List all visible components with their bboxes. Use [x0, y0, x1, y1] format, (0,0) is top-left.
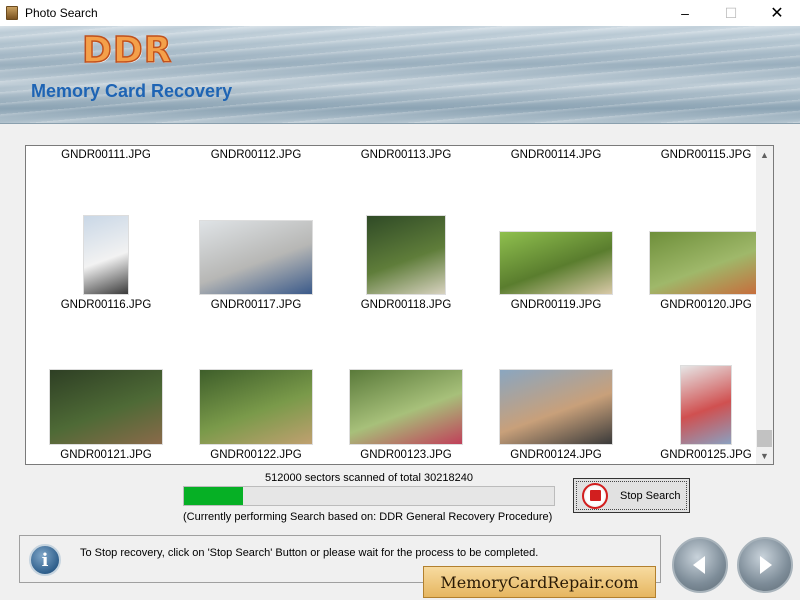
photo-thumbnail[interactable] [366, 215, 446, 295]
photo-item[interactable]: GNDR00117.JPG [181, 161, 331, 311]
title-bar: Photo Search – ☐ ✕ [0, 0, 800, 26]
thumbnail-grid: GNDR00111.JPG GNDR00112.JPG GNDR00113.JPG G… [26, 146, 763, 464]
photo-filename: GNDR00119.JPG [510, 299, 602, 311]
photo-filename: GNDR00120.JPG [660, 299, 752, 311]
photo-filename: GNDR00113.JPG [360, 149, 452, 161]
photo-item[interactable]: GNDR00123.JPG [331, 311, 481, 461]
photo-filename: GNDR00118.JPG [360, 299, 452, 311]
status-text: To Stop recovery, click on 'Stop Search'… [80, 547, 539, 559]
scrollbar-thumb[interactable] [757, 430, 772, 447]
photo-item[interactable]: GNDR00111.JPG [31, 146, 181, 161]
next-button[interactable] [737, 537, 793, 593]
header-banner: DDR Memory Card Recovery [0, 26, 800, 124]
photo-filename: GNDR00116.JPG [60, 299, 152, 311]
close-button[interactable]: ✕ [754, 0, 800, 26]
stop-icon [582, 482, 608, 509]
photo-filename: GNDR00125.JPG [660, 449, 752, 461]
vertical-scrollbar[interactable]: ▲ ▼ [756, 146, 773, 464]
photo-filename: GNDR00117.JPG [210, 299, 302, 311]
photo-filename: GNDR00115.JPG [660, 149, 752, 161]
photo-item[interactable]: GNDR00119.JPG [481, 161, 631, 311]
photo-filename: GNDR00114.JPG [510, 149, 602, 161]
photo-filename: GNDR00123.JPG [360, 449, 452, 461]
photo-filename: GNDR00122.JPG [210, 449, 302, 461]
photo-item[interactable]: GNDR00124.JPG [481, 311, 631, 461]
photo-filename: GNDR00112.JPG [210, 149, 302, 161]
photo-thumbnail[interactable] [499, 231, 613, 295]
photo-thumbnail[interactable] [680, 365, 732, 445]
stop-search-label: Stop Search [620, 489, 681, 502]
brand-logo: DDR [81, 29, 173, 72]
photo-thumbnail[interactable] [49, 369, 163, 445]
progress-fill [184, 487, 244, 505]
photo-item[interactable]: GNDR00118.JPG [331, 161, 481, 311]
photo-item[interactable]: GNDR00120.JPG [631, 161, 773, 311]
photo-item[interactable]: GNDR00116.JPG [31, 161, 181, 311]
scroll-up-icon[interactable]: ▲ [756, 146, 773, 163]
photo-item[interactable]: GNDR00125.JPG [631, 311, 773, 461]
photo-thumbnail[interactable] [349, 369, 463, 445]
photo-thumbnail[interactable] [199, 369, 313, 445]
app-icon [6, 6, 18, 20]
procedure-text: (Currently performing Search based on: D… [183, 511, 553, 523]
photo-thumbnail[interactable] [649, 231, 763, 295]
photo-item[interactable]: GNDR00122.JPG [181, 311, 331, 461]
product-title: Memory Card Recovery [31, 81, 233, 101]
stop-search-button[interactable]: Stop Search [573, 478, 690, 513]
photo-item[interactable]: GNDR00114.JPG [481, 146, 631, 161]
photo-filename: GNDR00121.JPG [60, 449, 152, 461]
minimize-button[interactable]: – [662, 0, 708, 26]
photo-thumbnail[interactable] [199, 220, 313, 295]
info-icon: i [29, 544, 61, 576]
maximize-button[interactable]: ☐ [708, 0, 754, 26]
photo-filename: GNDR00111.JPG [61, 149, 151, 161]
search-progress-bar [183, 486, 555, 506]
arrow-left-icon [693, 556, 705, 574]
back-button[interactable] [672, 537, 728, 593]
sectors-scanned-text: 512000 sectors scanned of total 30218240 [265, 472, 473, 484]
website-badge[interactable]: MemoryCardRepair.com [423, 566, 656, 598]
photo-item[interactable]: GNDR00113.JPG [331, 146, 481, 161]
arrow-right-icon [760, 556, 772, 574]
photo-item[interactable]: GNDR00112.JPG [181, 146, 331, 161]
scroll-down-icon[interactable]: ▼ [756, 447, 773, 464]
window-title: Photo Search [25, 6, 98, 20]
photo-filename: GNDR00124.JPG [510, 449, 602, 461]
photo-item[interactable]: GNDR00115.JPG [631, 146, 773, 161]
photo-thumbnail[interactable] [499, 369, 613, 445]
photo-item[interactable]: GNDR00121.JPG [31, 311, 181, 461]
photo-thumbnail[interactable] [83, 215, 129, 295]
results-panel[interactable]: GNDR00111.JPG GNDR00112.JPG GNDR00113.JPG G… [25, 145, 774, 465]
